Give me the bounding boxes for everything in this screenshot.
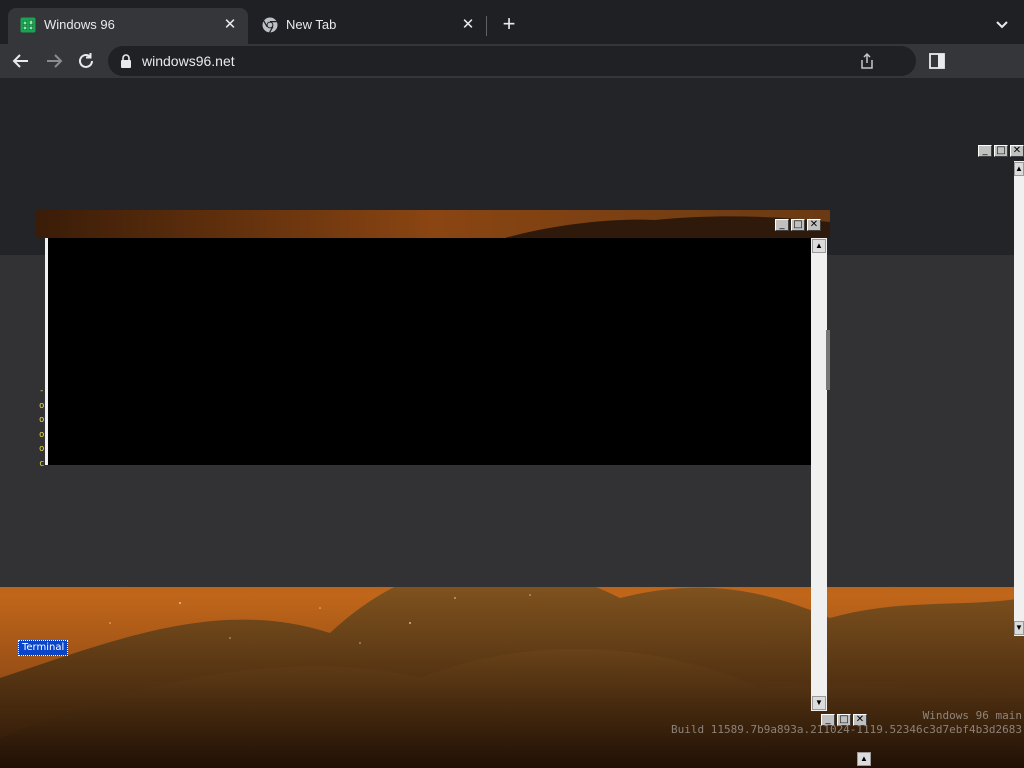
window-minimize-button[interactable]: _ xyxy=(978,145,992,157)
tab-new-tab[interactable]: New Tab ✕ xyxy=(250,8,486,44)
build-line-2: Build 11589.7b9a893a.211024-1119.52346c3… xyxy=(671,723,1022,736)
terminal-glyph: o xyxy=(39,400,45,411)
terminal-scrollbar[interactable]: ▲ ▼ xyxy=(811,238,827,711)
chevron-down-icon[interactable] xyxy=(990,12,1014,36)
scroll-down-arrow-icon[interactable]: ▼ xyxy=(812,696,826,710)
browser-toolbar: windows96.net xyxy=(0,44,1024,78)
terminal-glyph: o xyxy=(39,415,45,425)
windows96-favicon-icon xyxy=(20,17,36,33)
window-maximize-button[interactable]: □ xyxy=(994,145,1008,157)
terminal-maximize-button[interactable]: □ xyxy=(791,219,805,231)
forward-arrow-icon[interactable] xyxy=(41,48,67,74)
terminal-glyph: c xyxy=(39,458,45,469)
tab-close-icon[interactable]: ✕ xyxy=(458,15,478,35)
tab-separator xyxy=(486,16,487,36)
chrome-icon xyxy=(262,17,278,33)
back-arrow-icon[interactable] xyxy=(8,48,34,74)
tab-title: Windows 96 xyxy=(44,17,115,32)
new-tab-plus-icon[interactable]: + xyxy=(497,12,521,36)
tab-strip: Windows 96 ✕ New Tab ✕ + xyxy=(0,0,1024,44)
tab-title: New Tab xyxy=(286,17,337,32)
url-text: windows96.net xyxy=(142,53,235,69)
lock-icon xyxy=(121,54,131,68)
terminal-output[interactable] xyxy=(48,238,811,465)
window-close-button[interactable]: ✕ xyxy=(1010,145,1024,157)
scroll-thumb[interactable] xyxy=(826,330,830,390)
terminal-minimize-button[interactable]: _ xyxy=(775,219,789,231)
tab-windows96[interactable]: Windows 96 ✕ xyxy=(8,8,248,44)
side-panel-icon[interactable] xyxy=(928,52,946,70)
scroll-up-arrow-icon[interactable]: ▲ xyxy=(1014,162,1024,176)
reload-icon[interactable] xyxy=(73,48,99,74)
terminal-glyph-column: - o o o o c xyxy=(39,384,51,471)
terminal-window[interactable]: _ □ ✕ xyxy=(35,210,830,465)
address-bar[interactable]: windows96.net xyxy=(108,46,916,76)
build-line-1: Windows 96 main xyxy=(922,709,1022,722)
right-window-scrollbar[interactable]: ▲ ▼ xyxy=(1014,161,1024,636)
terminal-titlebar xyxy=(35,210,830,238)
terminal-glyph: o xyxy=(39,444,45,454)
build-watermark: Windows 96 main Build 11589.7b9a893a.211… xyxy=(671,709,1022,737)
scroll-up-arrow-icon[interactable]: ▲ xyxy=(812,239,826,253)
scroll-up-arrow-icon[interactable]: ▲ xyxy=(857,752,871,766)
scroll-down-arrow-icon[interactable]: ▼ xyxy=(1014,621,1024,635)
terminal-close-button[interactable]: ✕ xyxy=(807,219,821,231)
terminal-glyph: o xyxy=(39,429,45,440)
tab-close-icon[interactable]: ✕ xyxy=(220,15,240,35)
web-page: _ □ ✕ _ □ ✕ - o o o o c ▲ ▼ ▲ ▼ _ □ ✕ ▲ … xyxy=(0,78,1024,768)
desktop-icon-terminal[interactable]: Terminal xyxy=(18,640,69,656)
share-icon[interactable] xyxy=(858,52,876,70)
terminal-glyph: - xyxy=(39,386,45,396)
